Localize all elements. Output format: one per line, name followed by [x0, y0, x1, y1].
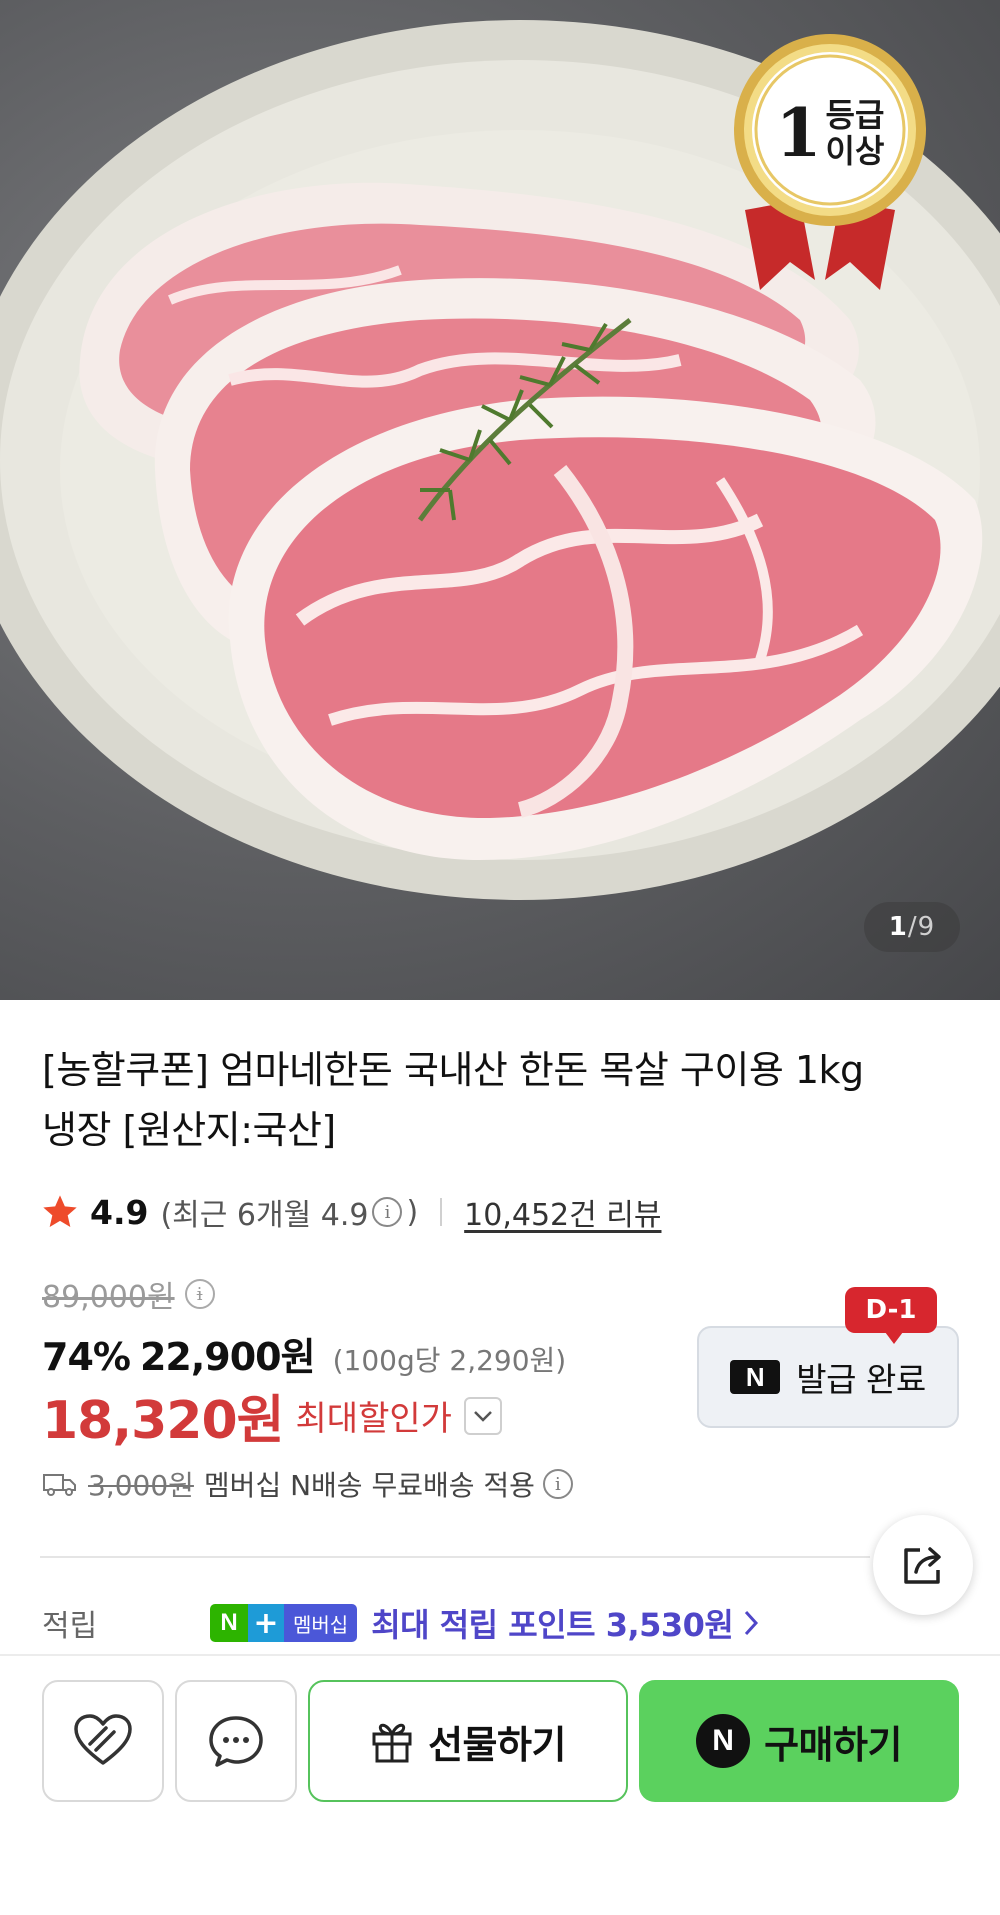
pager-separator: /	[907, 912, 918, 942]
discount-rate: 74%	[42, 1335, 131, 1379]
divider-bar	[440, 1198, 443, 1226]
product-title: [농할쿠폰] 엄마네한돈 국내산 한돈 목살 구이용 1kg 냉장 [원산지:국…	[42, 1040, 922, 1160]
pager-total: 9	[917, 912, 936, 942]
shipping-text: 멤버십 N배송 무료배송 적용	[203, 1469, 535, 1502]
plus-mark: +	[248, 1604, 284, 1642]
grade-badge: 1 등급 이상	[765, 68, 895, 198]
rating-recent-close: )	[406, 1194, 419, 1230]
chevron-right-icon	[745, 1610, 759, 1636]
max-points-text: 최대 적립 포인트 3,530원	[371, 1606, 734, 1644]
gift-button[interactable]: 선물하기	[308, 1680, 628, 1802]
section-divider	[40, 1556, 870, 1558]
talk-chat-button[interactable]	[175, 1680, 297, 1802]
rating-recent: (최근 6개월 4.9	[160, 1198, 369, 1233]
rating-score: 4.9	[90, 1192, 149, 1232]
best-price-label: 최대할인가	[295, 1399, 452, 1439]
coupon-label: 발급 완료	[796, 1360, 926, 1399]
rating-row: 4.9 (최근 6개월 4.9 i ) 10,452건 리뷰	[40, 1190, 661, 1234]
delivery-truck-icon	[43, 1474, 76, 1496]
star-icon	[43, 1195, 77, 1227]
best-price-expand-button[interactable]	[463, 1396, 502, 1435]
product-title-line2: 냉장 [원산지:국산]	[42, 1108, 336, 1152]
shipping-info-icon[interactable]: i	[542, 1469, 573, 1499]
grade-badge-text-top: 등급	[825, 96, 885, 134]
chat-bubble-icon	[209, 1716, 263, 1767]
original-price: 89,000원 i	[42, 1272, 219, 1316]
sale-price-row: 74% 22,900원 (100g당 2,290원)	[42, 1326, 566, 1381]
membership-label: 멤버십	[284, 1604, 358, 1642]
chevron-down-icon	[474, 1410, 492, 1422]
original-price-value: 89,000원	[42, 1280, 175, 1315]
membership-badge: N + 멤버십	[210, 1604, 358, 1642]
grade-badge-digit: 1	[775, 94, 822, 172]
shipping-row: 3,000원 멤버십 N배송 무료배송 적용 i	[42, 1464, 577, 1504]
action-bar-divider	[0, 1654, 1000, 1656]
product-title-line1: [농할쿠폰] 엄마네한돈 국내산 한돈 목살 구이용 1kg	[42, 1048, 864, 1092]
share-button[interactable]	[873, 1515, 973, 1615]
best-price-row: 18,320원 최대할인가	[42, 1378, 502, 1453]
gift-icon	[372, 1723, 412, 1763]
npay-icon: N	[730, 1360, 781, 1394]
product-image[interactable]: 1 등급 이상 1 / 9	[0, 0, 1000, 1000]
best-price: 18,320원	[42, 1391, 285, 1451]
share-icon	[904, 1547, 941, 1584]
rating-info-icon[interactable]: i	[372, 1197, 403, 1227]
price-info-icon[interactable]: i	[184, 1279, 215, 1309]
buy-button-label: 구매하기	[764, 1722, 902, 1767]
grade-badge-text-bottom: 이상	[825, 132, 885, 170]
wishlist-button[interactable]	[42, 1680, 164, 1802]
points-label: 적립	[42, 1609, 98, 1644]
review-count-link[interactable]: 10,452건 리뷰	[464, 1190, 661, 1234]
naverpay-n-icon: N	[696, 1714, 751, 1768]
sale-price: 22,900원	[139, 1335, 316, 1379]
coupon-button[interactable]: N 발급 완료	[697, 1326, 959, 1428]
shipping-old-fee: 3,000원	[88, 1469, 194, 1502]
naver-n-mark: N	[210, 1604, 248, 1642]
heart-icon	[74, 1714, 132, 1765]
gift-button-label: 선물하기	[428, 1722, 566, 1767]
pager-current: 1	[888, 912, 908, 942]
points-row[interactable]: 적립 N + 멤버십 최대 적립 포인트 3,530원	[42, 1600, 759, 1646]
image-pager: 1 / 9	[864, 902, 960, 952]
unit-price: (100g당 2,290원)	[332, 1344, 567, 1377]
buy-button[interactable]: N 구매하기	[639, 1680, 959, 1802]
dday-badge: D-1	[845, 1287, 937, 1344]
